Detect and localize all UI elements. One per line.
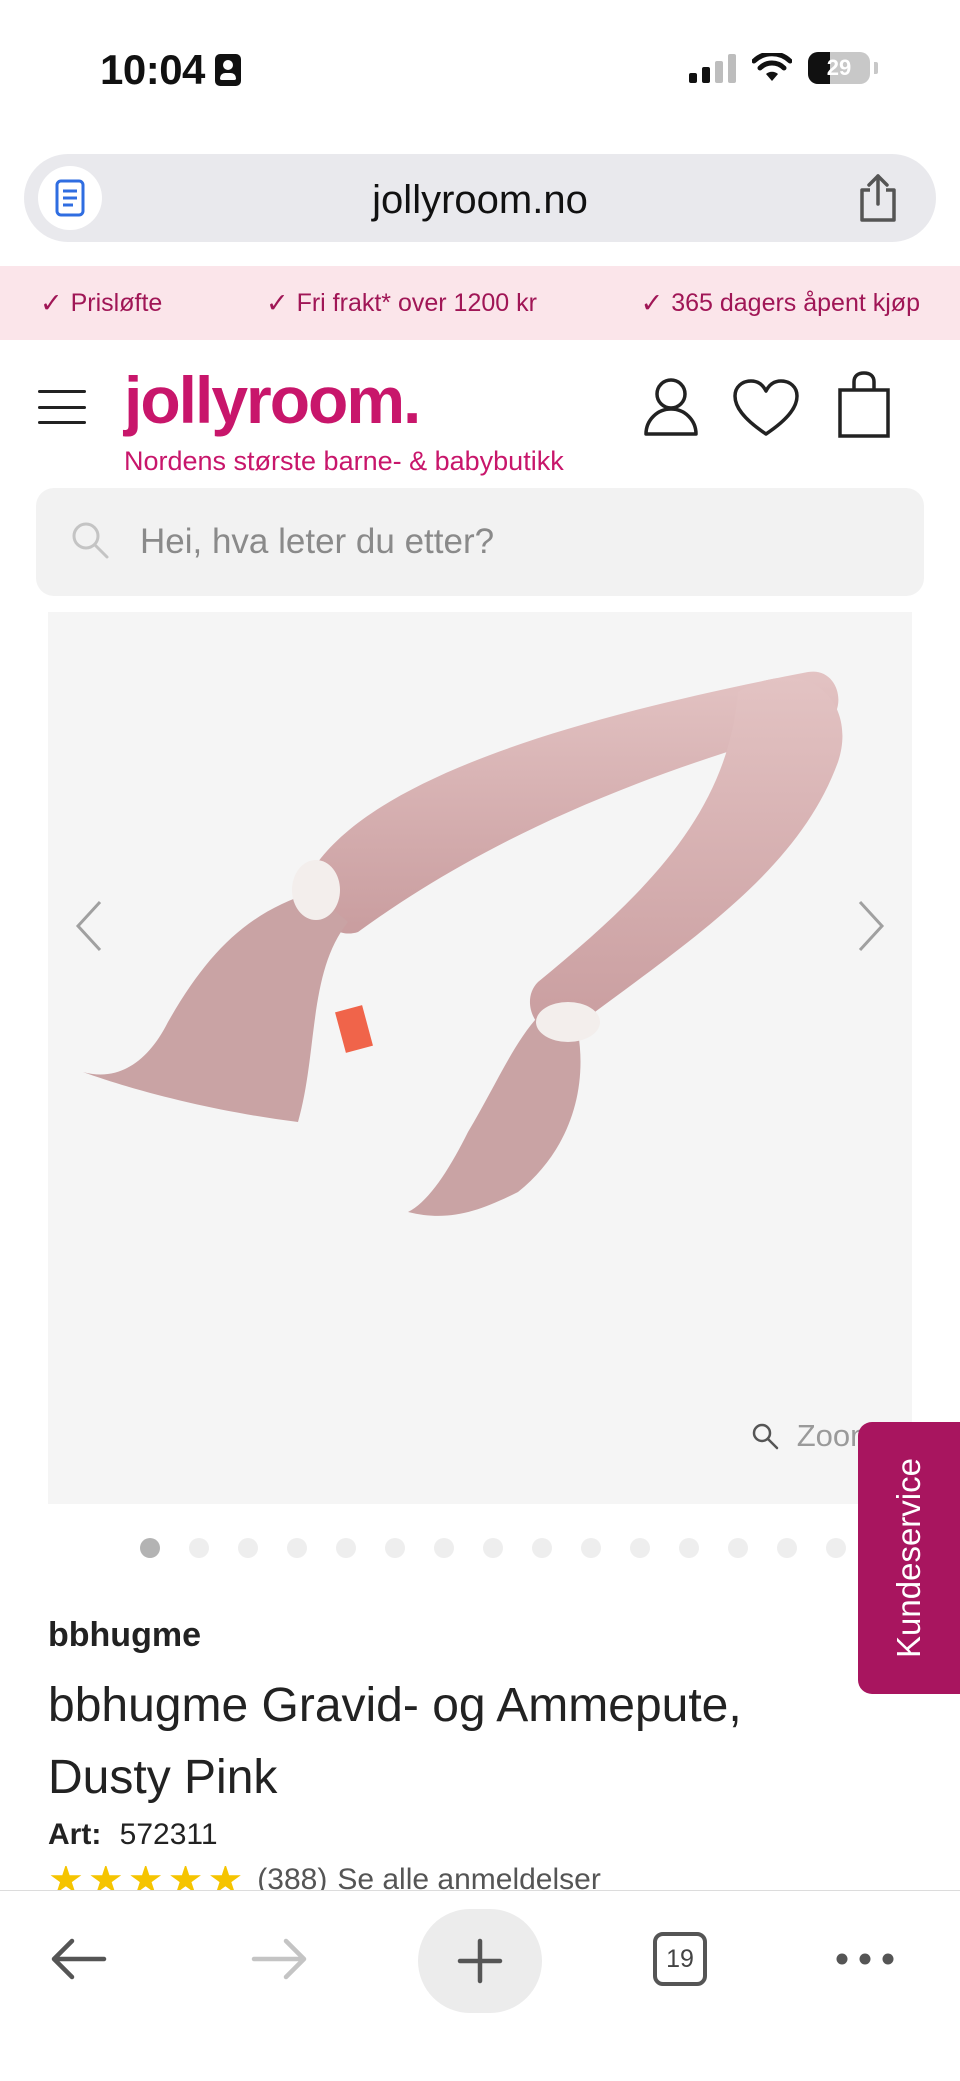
gallery-pagination — [140, 1538, 846, 1558]
article-number: Art: 572311 — [48, 1818, 218, 1852]
time-text: 10:04 — [100, 46, 205, 93]
address-bar[interactable]: jollyroom.no — [24, 154, 936, 242]
forward-button[interactable] — [248, 1919, 312, 1999]
menu-icon[interactable] — [38, 390, 86, 424]
article-label: Art: — [48, 1818, 102, 1851]
tabs-button[interactable]: 19 — [648, 1919, 712, 1999]
battery-tip — [874, 62, 878, 74]
pagination-dot[interactable] — [728, 1538, 748, 1558]
tabs-count: 19 — [653, 1932, 707, 1986]
site-logo[interactable]: jollyroom. — [124, 362, 421, 438]
battery-icon: 29 — [808, 52, 870, 84]
product-image — [83, 671, 843, 1216]
more-dots-icon — [836, 1953, 894, 1965]
browser-toolbar: 19 — [0, 1890, 960, 2081]
pagination-dot[interactable] — [336, 1538, 356, 1558]
shopping-bag-icon[interactable] — [836, 370, 892, 440]
pagination-dot[interactable] — [826, 1538, 846, 1558]
pagination-dot[interactable] — [630, 1538, 650, 1558]
pagination-dot[interactable] — [189, 1538, 209, 1558]
forward-arrow-icon — [251, 1938, 307, 1980]
check-icon: ✓ — [640, 287, 664, 318]
pagination-dot[interactable] — [777, 1538, 797, 1558]
customer-service-label: Kundeservice — [890, 1458, 928, 1658]
wifi-icon — [752, 53, 792, 81]
pagination-dot[interactable] — [483, 1538, 503, 1558]
more-menu-button[interactable] — [830, 1919, 900, 1999]
search-box[interactable] — [36, 488, 924, 596]
check-icon: ✓ — [40, 287, 63, 318]
site-header: jollyroom. Nordens største barne- & baby… — [0, 340, 960, 480]
product-brand[interactable]: bbhugme — [48, 1616, 201, 1655]
back-button[interactable] — [46, 1919, 110, 1999]
cellular-signal-icon — [689, 53, 736, 83]
customer-service-tab[interactable]: Kundeservice — [858, 1422, 960, 1694]
pagination-dot[interactable] — [238, 1538, 258, 1558]
product-image-gallery[interactable]: Zoom — [48, 612, 912, 1504]
search-icon — [72, 522, 109, 559]
usp-item: ✓ Fri frakt* over 1200 kr — [266, 288, 537, 319]
pagination-dot[interactable] — [532, 1538, 552, 1558]
pagination-dot[interactable] — [140, 1538, 160, 1558]
contact-card-icon — [214, 54, 241, 86]
pagination-dot[interactable] — [581, 1538, 601, 1558]
pagination-dot[interactable] — [679, 1538, 699, 1558]
usp-item: ✓ 365 dagers åpent kjøp — [641, 288, 920, 319]
url-text[interactable]: jollyroom.no — [24, 178, 936, 223]
search-input[interactable] — [140, 516, 880, 568]
site-tagline: Nordens største barne- & babybutikk — [124, 446, 564, 476]
previous-image-arrow-icon[interactable] — [70, 896, 110, 956]
pagination-dot[interactable] — [287, 1538, 307, 1558]
usp-label: 365 dagers åpent kjøp — [671, 288, 920, 317]
usp-strip: ✓ Prisløfte ✓ Fri frakt* over 1200 kr ✓ … — [0, 266, 960, 340]
status-icons: 29 — [689, 52, 878, 84]
status-bar: 10:04 29 — [0, 0, 960, 140]
battery-level: 29 — [826, 55, 852, 80]
share-icon[interactable] — [854, 172, 902, 224]
pagination-dot[interactable] — [434, 1538, 454, 1558]
usp-item: ✓ Prisløfte — [40, 288, 162, 319]
back-arrow-icon — [51, 1938, 107, 1980]
new-tab-button[interactable] — [418, 1909, 542, 2013]
article-value: 572311 — [119, 1818, 218, 1851]
product-title: bbhugme Gravid- og Ammepute, Dusty Pink — [48, 1679, 742, 1804]
plus-icon — [457, 1938, 503, 1984]
account-icon[interactable] — [642, 376, 700, 438]
check-icon: ✓ — [265, 287, 289, 318]
usp-label: Prisløfte — [70, 288, 163, 317]
zoom-icon — [752, 1423, 778, 1450]
status-time: 10:04 — [100, 46, 241, 94]
next-image-arrow-icon[interactable] — [850, 896, 890, 956]
usp-label: Fri frakt* over 1200 kr — [296, 288, 537, 317]
pagination-dot[interactable] — [385, 1538, 405, 1558]
wishlist-heart-icon[interactable] — [732, 378, 800, 438]
